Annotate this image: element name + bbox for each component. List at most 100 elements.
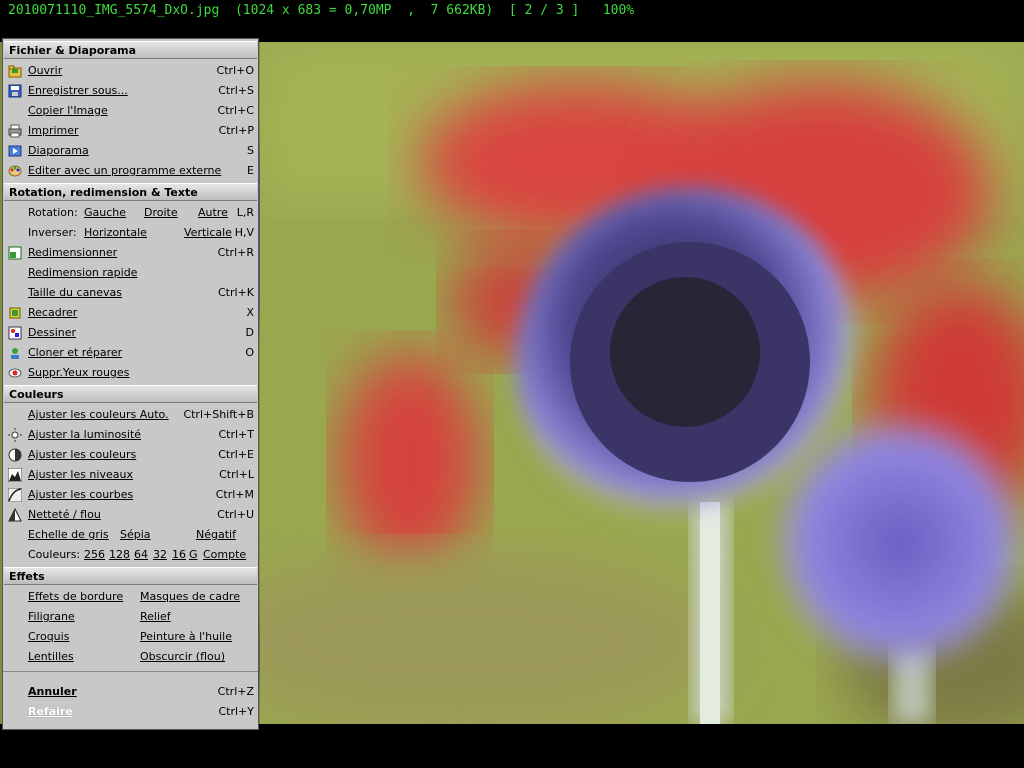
section-header-colors: Couleurs: [4, 385, 257, 403]
colors-32-link[interactable]: 32: [153, 545, 167, 565]
menu-item-label: Redimensionner: [28, 246, 118, 259]
effects-row-4: Lentilles Obscurcir (flou): [3, 647, 258, 667]
draw-icon: [8, 326, 22, 340]
colors-128-link[interactable]: 128: [109, 545, 130, 565]
menu-item-canvas-size[interactable]: Taille du canevas Ctrl+K: [3, 283, 258, 303]
colors-256-link[interactable]: 256: [84, 545, 105, 565]
shortcut: Ctrl+M: [215, 488, 254, 501]
greyscale-link[interactable]: Echelle de gris: [28, 525, 109, 545]
rotate-right-link[interactable]: Droite: [144, 203, 178, 223]
shortcut: Ctrl+S: [218, 84, 254, 97]
shortcut: H,V: [234, 226, 254, 239]
flip-vertical-link[interactable]: Verticale: [184, 223, 232, 243]
sharpen-icon: [8, 508, 22, 522]
curves-icon: [8, 488, 22, 502]
menu-item-label: Refaire: [28, 705, 73, 718]
negative-link[interactable]: Négatif: [196, 525, 236, 545]
menu-item-save-as[interactable]: Enregistrer sous... Ctrl+S: [3, 81, 258, 101]
slideshow-icon: [8, 144, 22, 158]
relief-link[interactable]: Relief: [140, 607, 171, 627]
shortcut: L,R: [236, 206, 254, 219]
shortcut: Ctrl+Shift+B: [183, 408, 254, 421]
menu-item-label: Netteté / flou: [28, 508, 101, 521]
menu-item-external-editor[interactable]: Editer avec un programme externe E: [3, 161, 258, 181]
color-balance-icon: [8, 448, 22, 462]
shortcut: Ctrl+R: [217, 246, 254, 259]
flip-horizontal-link[interactable]: Horizontale: [84, 223, 147, 243]
rotate-other-link[interactable]: Autre: [198, 203, 228, 223]
colors-16-link[interactable]: 16: [172, 545, 186, 565]
menu-item-copy-image[interactable]: Copier l'Image Ctrl+C: [3, 101, 258, 121]
menu-item-sharpen[interactable]: Netteté / flou Ctrl+U: [3, 505, 258, 525]
menu-item-label: Recadrer: [28, 306, 78, 319]
menu-item-red-eye[interactable]: Suppr.Yeux rouges: [3, 363, 258, 383]
shortcut: Ctrl+L: [219, 468, 254, 481]
menu-item-brightness[interactable]: Ajuster la luminosité Ctrl+T: [3, 425, 258, 445]
menu-item-adjust-colors[interactable]: Ajuster les couleurs Ctrl+E: [3, 445, 258, 465]
rotation-row: Rotation: Gauche Droite Autre L,R: [3, 203, 258, 223]
lens-link[interactable]: Lentilles: [28, 647, 74, 667]
shortcut: Ctrl+P: [218, 124, 254, 137]
oil-paint-link[interactable]: Peinture à l'huile: [140, 627, 232, 647]
shortcut: Ctrl+T: [218, 428, 254, 441]
shortcut: Ctrl+Y: [218, 705, 254, 718]
colors-label: Couleurs:: [28, 548, 81, 561]
menu-item-clone[interactable]: Cloner et réparer O: [3, 343, 258, 363]
shortcut: Ctrl+U: [217, 508, 254, 521]
clone-icon: [8, 346, 22, 360]
menu-item-slideshow[interactable]: Diaporama S: [3, 141, 258, 161]
rotate-left-link[interactable]: Gauche: [84, 203, 126, 223]
menu-item-label: Ajuster les couleurs: [28, 448, 137, 461]
separator: [3, 671, 258, 682]
menu-item-quick-resize[interactable]: Redimension rapide: [3, 263, 258, 283]
grey-sepia-neg-row: Echelle de gris Sépia Négatif: [3, 525, 258, 545]
menu-item-open[interactable]: Ouvrir Ctrl+O: [3, 61, 258, 81]
effects-row-3: Croquis Peinture à l'huile: [3, 627, 258, 647]
menu-item-label: Ajuster les niveaux: [28, 468, 133, 481]
printer-icon: [8, 124, 22, 138]
sepia-link[interactable]: Sépia: [120, 525, 151, 545]
menu-item-label: Editer avec un programme externe: [28, 164, 222, 177]
levels-icon: [8, 468, 22, 482]
folder-open-icon: [8, 64, 22, 78]
shortcut: D: [245, 326, 254, 339]
menu-item-curves[interactable]: Ajuster les courbes Ctrl+M: [3, 485, 258, 505]
shortcut: S: [247, 144, 254, 157]
invert-row: Inverser: Horizontale Verticale H,V: [3, 223, 258, 243]
color-depth-row: Couleurs: 256 128 64 32 16 G Compte: [3, 545, 258, 565]
menu-item-print[interactable]: Imprimer Ctrl+P: [3, 121, 258, 141]
menu-item-label: Ajuster les courbes: [28, 488, 134, 501]
shortcut: Ctrl+K: [217, 286, 254, 299]
menu-item-label: Copier l'Image: [28, 104, 108, 117]
shortcut: Ctrl+Z: [217, 685, 254, 698]
menu-item-label: Taille du canevas: [28, 286, 123, 299]
menu-item-draw[interactable]: Dessiner D: [3, 323, 258, 343]
section-header-effects: Effets: [4, 567, 257, 585]
border-effects-link[interactable]: Effets de bordure: [28, 587, 123, 607]
menu-item-label: Diaporama: [28, 144, 89, 157]
frame-masks-link[interactable]: Masques de cadre: [140, 587, 240, 607]
menu-item-label: Suppr.Yeux rouges: [28, 366, 130, 379]
shortcut: E: [247, 164, 254, 177]
colors-grey-link[interactable]: G: [189, 545, 198, 565]
floppy-icon: [8, 84, 22, 98]
colors-count-link[interactable]: Compte: [203, 545, 246, 565]
menu-item-label: Ajuster les couleurs Auto.: [28, 408, 169, 421]
menu-item-undo[interactable]: Annuler Ctrl+Z: [3, 682, 258, 702]
menu-item-crop[interactable]: Recadrer X: [3, 303, 258, 323]
shortcut: Ctrl+O: [216, 64, 254, 77]
menu-item-label: Dessiner: [28, 326, 77, 339]
invert-label: Inverser:: [28, 226, 77, 239]
menu-item-redo[interactable]: Refaire Ctrl+Y: [3, 702, 258, 722]
photo-viewer[interactable]: [260, 42, 1024, 724]
menu-item-levels[interactable]: Ajuster les niveaux Ctrl+L: [3, 465, 258, 485]
section-header-rotation: Rotation, redimension & Texte: [4, 183, 257, 201]
colors-64-link[interactable]: 64: [134, 545, 148, 565]
blur-link[interactable]: Obscurcir (flou): [140, 647, 225, 667]
menu-item-resize[interactable]: Redimensionner Ctrl+R: [3, 243, 258, 263]
menu-item-auto-colors[interactable]: Ajuster les couleurs Auto. Ctrl+Shift+B: [3, 405, 258, 425]
shortcut: O: [245, 346, 254, 359]
menu-item-label: Annuler: [28, 685, 77, 698]
watermark-link[interactable]: Filigrane: [28, 607, 75, 627]
sketch-link[interactable]: Croquis: [28, 627, 69, 647]
